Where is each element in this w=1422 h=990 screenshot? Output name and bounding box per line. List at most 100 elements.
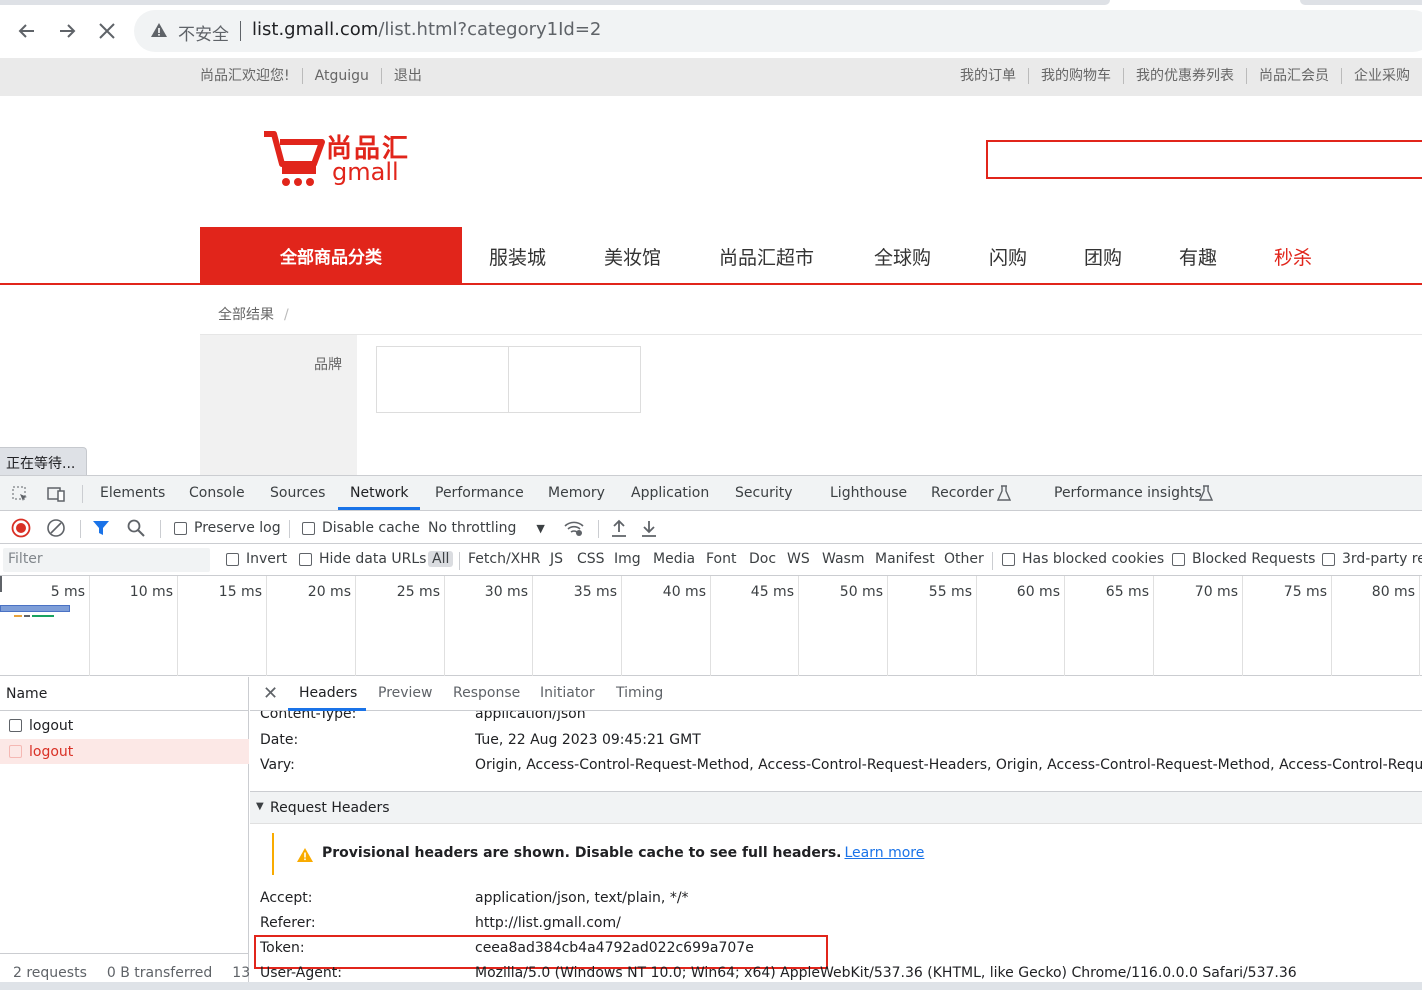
filter-type[interactable]: Fetch/XHR xyxy=(468,551,541,567)
all-categories-button[interactable]: 全部商品分类 xyxy=(200,227,462,283)
blocked-requests-checkbox[interactable]: Blocked Requests xyxy=(1172,551,1315,567)
stop-loading-icon[interactable] xyxy=(92,16,122,46)
nav-item-flash-sale[interactable]: 秒杀 xyxy=(1274,243,1312,270)
nav-item[interactable]: 闪购 xyxy=(989,243,1027,270)
inspect-element-icon[interactable] xyxy=(10,484,30,504)
tab-preview[interactable]: Preview xyxy=(378,685,433,701)
device-toolbar-icon[interactable] xyxy=(46,484,66,504)
search-input[interactable] xyxy=(986,140,1422,179)
checkbox-box[interactable] xyxy=(299,552,312,566)
has-blocked-cookies-checkbox[interactable]: Has blocked cookies xyxy=(1002,551,1164,567)
learn-more-link[interactable]: Learn more xyxy=(844,845,924,861)
tab-lighthouse[interactable]: Lighthouse xyxy=(830,485,907,501)
import-har-icon[interactable] xyxy=(610,518,628,538)
header-name: Accept: xyxy=(260,890,313,906)
tab-headers[interactable]: Headers xyxy=(299,685,357,701)
url-text[interactable]: list.gmall.com/list.html?category1Id=2 xyxy=(252,19,601,40)
filter-type[interactable]: CSS xyxy=(577,551,605,567)
filter-type-all[interactable]: All xyxy=(428,551,454,567)
request-row[interactable]: logout xyxy=(0,713,249,738)
checkbox-box[interactable] xyxy=(302,521,315,535)
filter-type[interactable]: Img xyxy=(614,551,641,567)
filter-type[interactable]: JS xyxy=(550,551,563,567)
warning-icon[interactable] xyxy=(150,21,168,39)
back-icon[interactable] xyxy=(12,16,42,46)
insecure-label[interactable]: 不安全 xyxy=(178,20,229,45)
timeline-request-bar xyxy=(0,605,70,612)
checkbox-box[interactable] xyxy=(226,552,239,566)
clear-icon[interactable] xyxy=(46,518,66,538)
name-column-header[interactable]: Name xyxy=(0,677,249,711)
filter-type[interactable]: Wasm xyxy=(822,551,864,567)
tab-timing[interactable]: Timing xyxy=(616,685,663,701)
nav-item[interactable]: 服装城 xyxy=(489,243,546,270)
tab-performance-insights[interactable]: Performance insights xyxy=(1054,485,1202,501)
tab-initiator[interactable]: Initiator xyxy=(540,685,595,701)
tab-elements[interactable]: Elements xyxy=(100,485,165,501)
logout-link[interactable]: 退出 xyxy=(380,68,434,84)
checkbox-box[interactable] xyxy=(9,745,22,758)
network-conditions-icon[interactable] xyxy=(563,518,585,538)
export-har-icon[interactable] xyxy=(640,518,658,538)
filter-type[interactable]: Media xyxy=(653,551,695,567)
throttling-value: No throttling xyxy=(428,520,517,536)
request-headers-section[interactable]: ▼ Request Headers xyxy=(250,791,1422,824)
username-link[interactable]: Atguigu xyxy=(301,68,381,84)
checkbox-box[interactable] xyxy=(1172,552,1185,566)
my-cart-link[interactable]: 我的购物车 xyxy=(1028,68,1123,84)
tab-recorder[interactable]: Recorder xyxy=(931,485,994,501)
hide-data-urls-checkbox[interactable]: Hide data URLs xyxy=(299,551,426,567)
experiment-flask-icon xyxy=(997,485,1011,501)
tab-response[interactable]: Response xyxy=(453,685,520,701)
disable-cache-checkbox[interactable]: Disable cache xyxy=(302,517,420,539)
filter-type[interactable]: Doc xyxy=(749,551,776,567)
header-name: Vary: xyxy=(260,757,295,773)
search-icon[interactable] xyxy=(127,519,145,537)
experiment-flask-icon xyxy=(1199,485,1213,501)
preserve-log-checkbox[interactable]: Preserve log xyxy=(174,517,281,539)
filter-type[interactable]: WS xyxy=(787,551,810,567)
tab-console[interactable]: Console xyxy=(189,485,245,501)
record-stop-icon[interactable] xyxy=(11,518,31,538)
timeline-tick-label: 70 ms xyxy=(1194,584,1238,600)
network-timeline-overview[interactable]: 5 ms 10 ms 15 ms 20 ms 25 ms 30 ms 35 ms 40 ms 4… xyxy=(0,576,1422,676)
header-name: Content-Type: xyxy=(260,711,357,722)
nav-item[interactable]: 有趣 xyxy=(1179,243,1217,270)
timeline-gridline xyxy=(177,576,178,676)
tab-memory[interactable]: Memory xyxy=(548,485,605,501)
close-icon[interactable]: ✕ xyxy=(263,683,278,704)
invert-checkbox[interactable]: Invert xyxy=(226,551,287,567)
checkbox-box[interactable] xyxy=(9,719,22,732)
nav-item[interactable]: 尚品汇超市 xyxy=(719,243,814,270)
enterprise-purchase-link[interactable]: 企业采购 xyxy=(1341,68,1422,84)
nav-item[interactable]: 团购 xyxy=(1084,243,1122,270)
third-party-checkbox[interactable]: 3rd-party re xyxy=(1322,551,1422,567)
forward-icon[interactable] xyxy=(52,16,82,46)
checkbox-box[interactable] xyxy=(174,521,187,535)
omnibox-divider xyxy=(240,21,241,41)
tab-security[interactable]: Security xyxy=(735,485,793,501)
filter-type[interactable]: Manifest xyxy=(875,551,935,567)
filter-type[interactable]: Other xyxy=(944,551,984,567)
checkbox-box[interactable] xyxy=(1002,552,1015,566)
checkbox-box[interactable] xyxy=(1322,552,1335,566)
brand-logo-slot[interactable] xyxy=(508,346,641,413)
tab-performance[interactable]: Performance xyxy=(435,485,524,501)
filter-type[interactable]: Font xyxy=(706,551,736,567)
filter-icon[interactable] xyxy=(92,519,110,537)
request-row-selected[interactable]: logout xyxy=(0,739,249,764)
brand-logo-slot[interactable] xyxy=(376,346,509,413)
breadcrumb-all-results[interactable]: 全部结果 xyxy=(218,307,274,323)
nav-item[interactable]: 全球购 xyxy=(874,243,931,270)
filter-input[interactable]: Filter xyxy=(3,548,210,572)
tab-sources[interactable]: Sources xyxy=(270,485,325,501)
tab-strip-right xyxy=(1300,0,1422,5)
nav-item[interactable]: 美妆馆 xyxy=(604,243,661,270)
logo-english-text[interactable]: gmall xyxy=(332,158,399,186)
my-coupons-link[interactable]: 我的优惠券列表 xyxy=(1123,68,1246,84)
my-orders-link[interactable]: 我的订单 xyxy=(960,68,1028,84)
membership-link[interactable]: 尚品汇会员 xyxy=(1246,68,1341,84)
tab-application[interactable]: Application xyxy=(631,485,709,501)
throttling-select[interactable]: No throttling ▼ xyxy=(428,517,545,539)
tab-network[interactable]: Network xyxy=(350,485,408,501)
